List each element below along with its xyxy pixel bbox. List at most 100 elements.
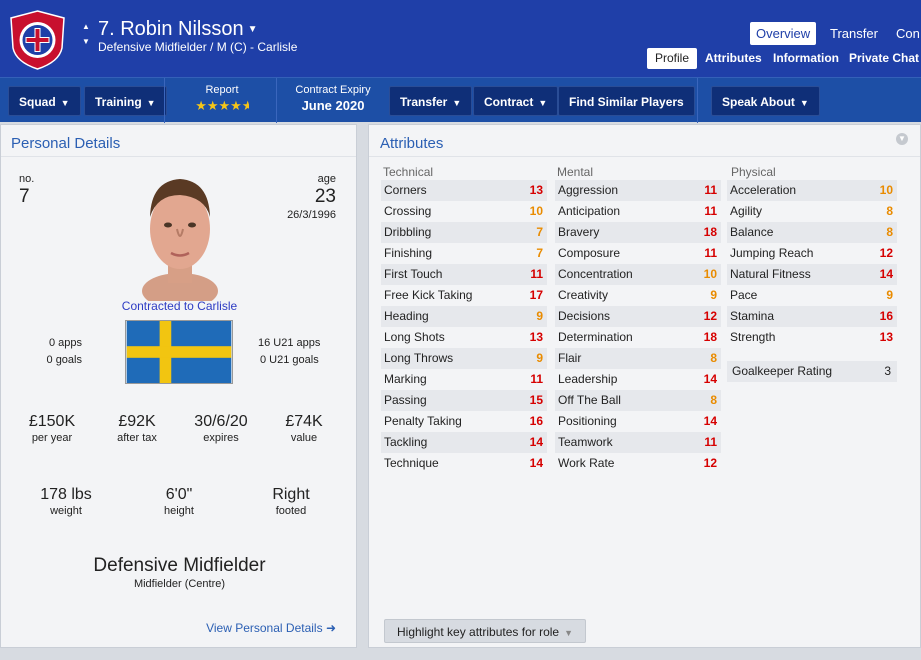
contract-status[interactable]: Contracted to Carlisle [1,299,358,313]
contract-button[interactable]: Contract ▼ [473,86,559,116]
attribute-row[interactable]: Aggression 11 [555,180,721,201]
speak-about-button[interactable]: Speak About ▼ [711,86,820,116]
tab-transfer[interactable]: Transfer [824,22,884,45]
after-tax-stat: £92K after tax [99,413,175,444]
attribute-value: 7 [536,225,543,239]
attribute-row[interactable]: Concentration 10 [555,264,721,285]
transfer-button[interactable]: Transfer ▼ [389,86,473,116]
attribute-row[interactable]: Work Rate 12 [555,453,721,474]
chevron-down-icon[interactable]: ▼ [896,133,908,145]
attribute-value: 13 [879,330,893,344]
action-toolbar: Squad ▼ Training ▼ Report ★★★★★ Contract E… [0,77,921,123]
chevron-down-icon: ▼ [799,98,809,108]
attribute-row[interactable]: Positioning 14 [555,411,721,432]
attribute-row[interactable]: Determination 18 [555,327,721,348]
player-subtitle: Defensive Midfielder / M (C) - Carlisle [98,40,298,54]
attribute-row[interactable]: Creativity 9 [555,285,721,306]
attribute-row[interactable]: Leadership 14 [555,369,721,390]
attribute-row[interactable]: Bravery 18 [555,222,721,243]
attribute-value: 11 [704,183,717,197]
attribute-row[interactable]: First Touch 11 [381,264,547,285]
market-value-label: value [290,432,318,444]
mental-heading: Mental [557,165,594,179]
training-label: Training [95,95,142,109]
attribute-name: Decisions [558,309,611,323]
toolbar-divider [276,78,277,123]
club-crest-icon [10,10,65,70]
squad-label: Squad [19,95,56,109]
attribute-row[interactable]: Natural Fitness 14 [727,264,897,285]
tab-private-chat[interactable]: Private Chat [841,48,921,69]
tab-overview[interactable]: Overview [750,22,817,45]
after-tax-label: after tax [117,432,157,444]
attribute-name: Long Shots [384,330,445,344]
u21-goals: 0 U21 goals [260,354,319,366]
attribute-row[interactable]: Finishing 7 [381,243,547,264]
tab-contract[interactable]: Con [890,22,921,45]
attribute-value: 13 [529,183,543,197]
attribute-name: Off The Ball [558,393,621,407]
attribute-row[interactable]: Marking 11 [381,369,547,390]
attribute-row[interactable]: Acceleration 10 [727,180,897,201]
attribute-row[interactable]: Composure 11 [555,243,721,264]
tab-profile[interactable]: Profile [647,48,698,69]
report-widget[interactable]: Report ★★★★★ [180,84,264,114]
divider [369,156,920,157]
attribute-value: 11 [704,435,717,449]
attribute-value: 7 [536,246,543,260]
attribute-row[interactable]: Corners 13 [381,180,547,201]
attribute-row[interactable]: Dribbling 7 [381,222,547,243]
attribute-row[interactable]: Technique 14 [381,453,547,474]
attribute-row[interactable]: Penalty Taking 16 [381,411,547,432]
age-label: age [317,173,336,185]
tab-attributes[interactable]: Attributes [697,48,770,69]
wage-label: per year [31,432,73,444]
attribute-row[interactable]: Teamwork 11 [555,432,721,453]
attribute-value: 8 [710,351,717,365]
sweden-flag-icon[interactable] [125,320,233,384]
attribute-row[interactable]: Long Throws 9 [381,348,547,369]
attribute-name: Balance [730,225,774,239]
attribute-row[interactable]: Passing 15 [381,390,547,411]
panel-title: Personal Details [11,135,121,152]
player-portrait [142,179,218,301]
squad-button[interactable]: Squad ▼ [8,86,81,116]
attribute-row[interactable]: Pace 9 [727,285,897,306]
report-stars-icon: ★★★★★ [195,98,249,113]
attribute-row[interactable]: Decisions 12 [555,306,721,327]
attribute-row[interactable]: Stamina 16 [727,306,897,327]
squad-number-label: no. [19,173,35,185]
attribute-row[interactable]: Long Shots 13 [381,327,547,348]
attribute-row[interactable]: Flair 8 [555,348,721,369]
chevron-down-icon[interactable]: ▼ [248,24,258,35]
attribute-row[interactable]: Anticipation 11 [555,201,721,222]
view-personal-details-label: View Personal Details [206,621,323,635]
training-button[interactable]: Training ▼ [84,86,167,116]
attribute-name: Determination [558,330,633,344]
next-player-icon[interactable]: ▼ [80,37,92,46]
find-similar-players-button[interactable]: Find Similar Players [558,86,695,116]
report-label: Report [205,84,239,96]
attribute-name: Marking [384,372,427,386]
highlight-key-attributes-button[interactable]: Highlight key attributes for role ▼ [384,619,586,643]
attribute-row[interactable]: Heading 9 [381,306,547,327]
tab-information[interactable]: Information [765,48,847,69]
attribute-row[interactable]: Off The Ball 8 [555,390,721,411]
attribute-value: 13 [529,330,543,344]
previous-player-icon[interactable]: ▲ [80,22,92,31]
contract-label: Contract [484,95,534,109]
attribute-row[interactable]: Tackling 14 [381,432,547,453]
attribute-name: Agility [730,204,763,218]
view-personal-details-link[interactable]: View Personal Details ➜ [206,621,336,635]
attribute-name: Pace [730,288,758,302]
attribute-row[interactable]: Balance 8 [727,222,897,243]
attribute-row[interactable]: Jumping Reach 12 [727,243,897,264]
attribute-row[interactable]: Crossing 10 [381,201,547,222]
attribute-name: Acceleration [730,183,797,197]
attribute-value: 16 [879,309,893,323]
attribute-row[interactable]: Agility 8 [727,201,897,222]
attribute-row[interactable]: Strength 13 [727,327,897,348]
page-title: 7. Robin Nilsson ▼ [98,18,258,41]
attribute-row[interactable]: Free Kick Taking 17 [381,285,547,306]
after-tax-value: £92K [118,413,156,430]
